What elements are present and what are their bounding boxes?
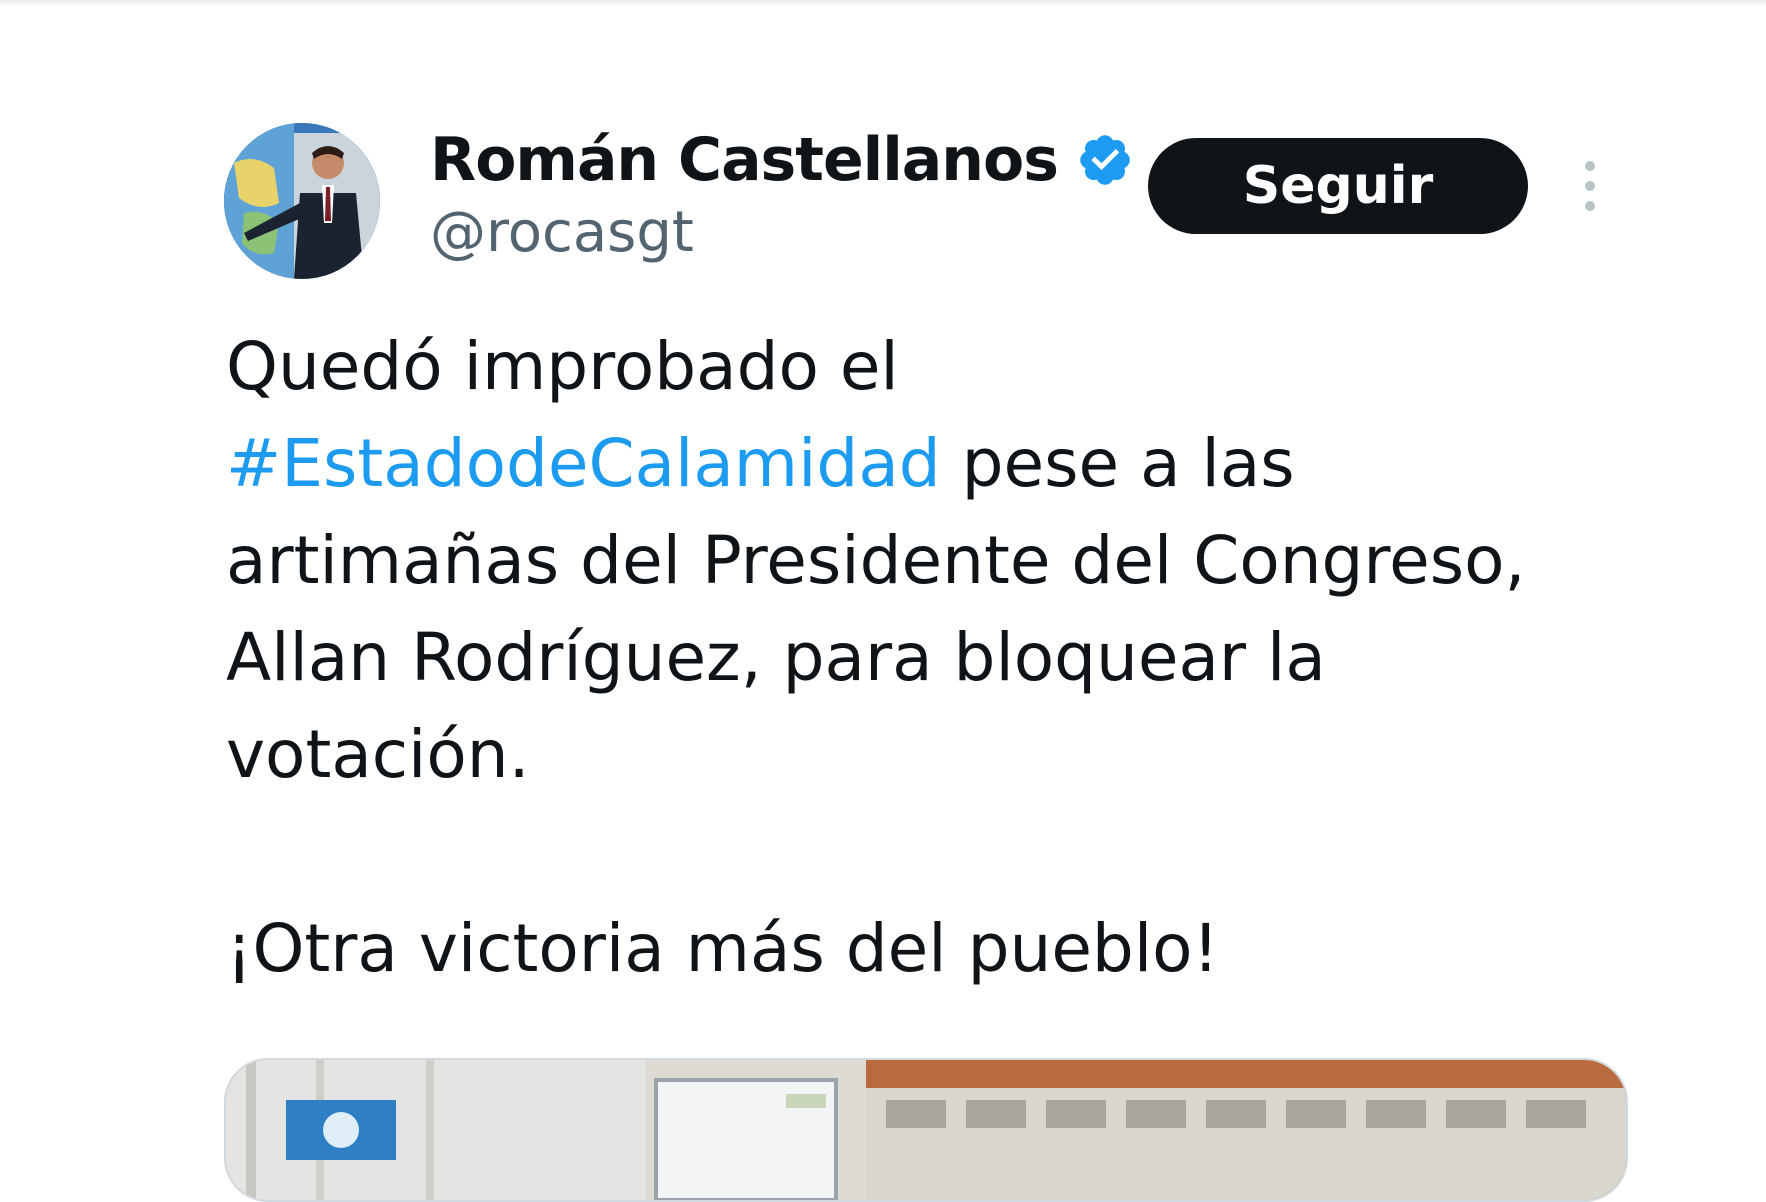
verified-badge-icon: [1076, 131, 1134, 189]
follow-button[interactable]: Seguir: [1148, 138, 1528, 234]
tweet-text-body: Quedó improbado el #EstadodeCalamidad pes…: [226, 318, 1606, 803]
author-display-name[interactable]: Román Castellanos: [430, 125, 1059, 195]
author-name-row: Román Castellanos: [430, 120, 1134, 200]
tweet-card: Román Castellanos @rocasgt Seguir Quedó …: [0, 0, 1766, 1202]
author-handle[interactable]: @rocasgt: [430, 200, 694, 265]
vertical-ellipsis-icon[interactable]: [1578, 158, 1602, 214]
tweet-text-closing: ¡Otra victoria más del pueblo!: [226, 910, 1219, 987]
hashtag-link[interactable]: #EstadodeCalamidad: [226, 425, 941, 502]
tweet-media-image[interactable]: [224, 1058, 1628, 1202]
tweet-text-line1: Quedó improbado el: [226, 328, 899, 405]
avatar[interactable]: [224, 123, 380, 279]
tweet-text: Quedó improbado el #EstadodeCalamidad pes…: [226, 318, 1606, 997]
